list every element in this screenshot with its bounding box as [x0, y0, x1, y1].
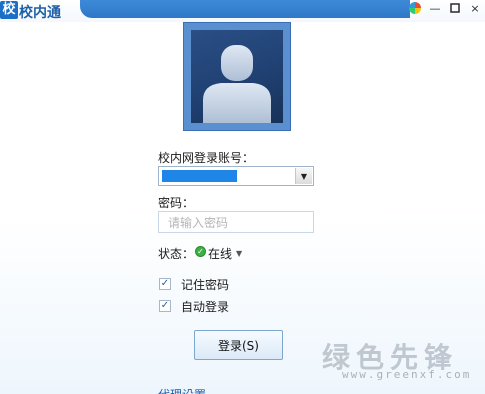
app-logo-icon: 校	[0, 1, 18, 19]
remember-password-checkbox[interactable]: ✓	[159, 278, 171, 290]
account-combobox[interactable]: ▼	[158, 166, 314, 186]
account-label: 校内网登录账号：	[158, 151, 255, 165]
login-window: 校 校内通 — × 校内网登录账号： ▼ 密码： 状态： ✓ 在线 ▼ ✓ 记住…	[0, 0, 485, 394]
proxy-settings-link[interactable]: 代理设置	[158, 386, 206, 394]
online-status-icon: ✓	[195, 246, 206, 257]
status-value[interactable]: 在线	[208, 245, 232, 262]
password-label: 密码：	[158, 196, 195, 210]
title-bar[interactable]: 校 校内通 — ×	[0, 0, 485, 22]
maximize-icon	[450, 3, 460, 13]
watermark: 绿色先锋 www.greenxf.com	[322, 336, 472, 386]
account-dropdown-button[interactable]: ▼	[295, 168, 312, 184]
palette-icon	[409, 2, 421, 14]
password-input[interactable]	[166, 213, 310, 233]
auto-login-checkbox[interactable]: ✓	[159, 300, 171, 312]
watermark-url: www.greenxf.com	[342, 368, 472, 381]
remember-password-label[interactable]: 记住密码	[181, 276, 229, 293]
skin-button[interactable]	[409, 2, 421, 14]
status-label: 状态：	[158, 247, 195, 261]
title-bar-decoration	[80, 0, 410, 18]
password-field-frame	[158, 211, 314, 233]
window-controls: — ×	[409, 2, 481, 15]
close-button[interactable]: ×	[469, 2, 481, 15]
account-selected-value	[162, 170, 237, 182]
avatar-image	[191, 30, 283, 123]
chevron-down-icon: ▼	[300, 171, 308, 181]
user-silhouette-icon	[203, 45, 271, 123]
app-title: 校内通	[19, 5, 61, 21]
avatar[interactable]	[183, 22, 291, 131]
status-dropdown-icon[interactable]: ▼	[236, 249, 242, 258]
minimize-button[interactable]: —	[429, 2, 441, 15]
auto-login-label[interactable]: 自动登录	[181, 298, 229, 315]
login-button[interactable]: 登录(S)	[194, 330, 283, 360]
maximize-button[interactable]	[449, 2, 461, 14]
